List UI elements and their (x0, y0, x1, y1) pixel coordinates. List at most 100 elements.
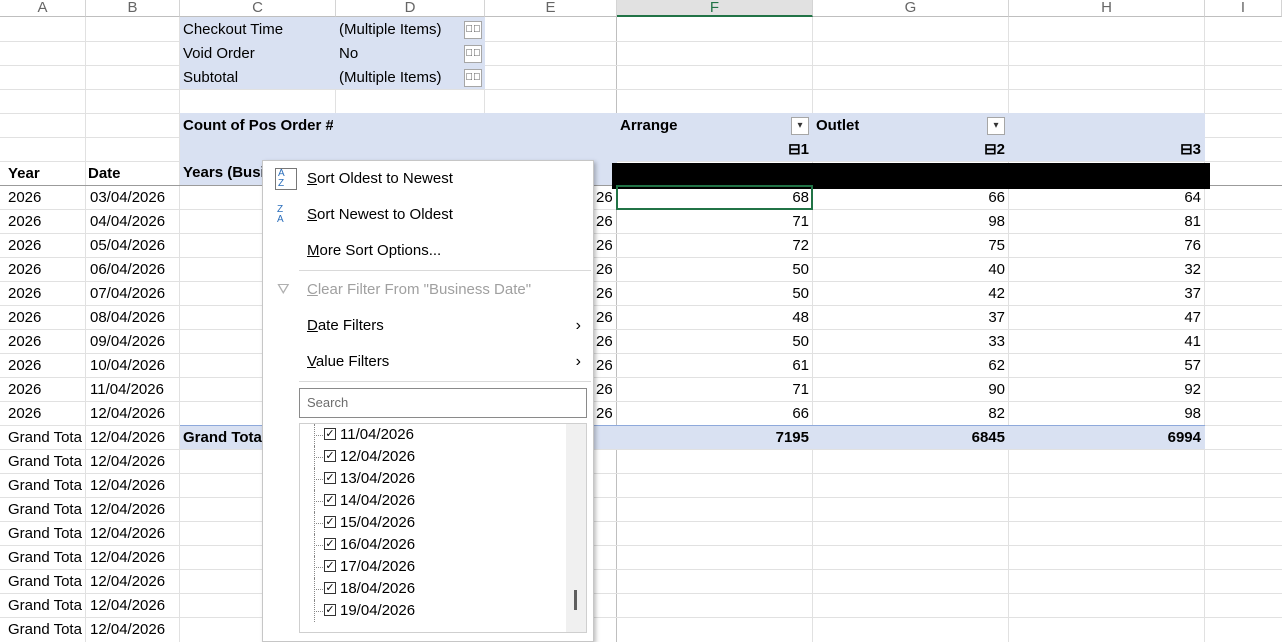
row-value-g: 42 (988, 285, 1005, 302)
checkbox-checked-icon[interactable]: ✓ (324, 494, 336, 506)
row-year: 2026 (8, 189, 42, 206)
row-year: 2026 (8, 285, 42, 302)
column-header-a[interactable]: A (0, 0, 86, 17)
worksheet-grid[interactable]: Checkout Time (Multiple Items) ▾⃥ Void O… (0, 17, 1282, 642)
row-value-h: 92 (1184, 381, 1201, 398)
row-date: 05/04/2026 (90, 237, 166, 254)
filter-list-item[interactable]: ✓ 13/04/2026 (300, 468, 564, 490)
row-e: 26 (596, 333, 613, 350)
row-e: 26 (596, 285, 613, 302)
extra-row-b: 12/04/2026 (90, 573, 166, 590)
clear-filter-icon: ⛛ (277, 281, 290, 298)
list-scrollbar[interactable] (566, 424, 586, 632)
checkbox-checked-icon[interactable]: ✓ (324, 560, 336, 572)
more-sort-options[interactable]: More Sort Options... (263, 234, 593, 268)
checkbox-checked-icon[interactable]: ✓ (324, 428, 336, 440)
extra-row-a: Grand Tota (8, 621, 82, 638)
sort-descending-icon: ZA (277, 204, 284, 225)
column-header-b[interactable]: B (86, 0, 180, 17)
year-header: Year (8, 165, 40, 182)
filter-value-checkout-time: (Multiple Items) (339, 21, 442, 38)
extra-row-b: 12/04/2026 (90, 477, 166, 494)
row-value-f: 50 (792, 333, 809, 350)
row-year: 2026 (8, 309, 42, 326)
date-header: Date (88, 165, 121, 182)
clear-filter[interactable]: ⛛ Clear Filter From "Business Date" (263, 273, 593, 307)
extra-row-a: Grand Tota (8, 501, 82, 518)
filter-dropdown-icon[interactable]: ▾⃥ (464, 69, 482, 87)
row-e: 26 (596, 261, 613, 278)
checkbox-checked-icon[interactable]: ✓ (324, 538, 336, 550)
value-filters[interactable]: Value Filters › (263, 345, 593, 379)
filter-list-item[interactable]: ✓ 14/04/2026 (300, 490, 564, 512)
grand-total-f: 7195 (775, 429, 809, 446)
collapse-icon[interactable]: ⊟ (788, 141, 801, 158)
row-value-g: 66 (988, 189, 1005, 206)
filter-dropdown-icon[interactable]: ▾⃥ (464, 21, 482, 39)
row-e: 26 (596, 213, 613, 230)
column-header-f[interactable]: F (617, 0, 813, 17)
filter-list-item[interactable]: ✓ 19/04/2026 (300, 600, 564, 622)
collapse-icon[interactable]: ⊟ (1180, 141, 1193, 158)
extra-row-b: 12/04/2026 (90, 501, 166, 518)
active-cell-border (616, 185, 813, 210)
column-header-g[interactable]: G (813, 0, 1009, 17)
checkbox-checked-icon[interactable]: ✓ (324, 604, 336, 616)
extra-row-b: 12/04/2026 (90, 597, 166, 614)
date-filters[interactable]: Date Filters › (263, 309, 593, 343)
row-value-h: 81 (1184, 213, 1201, 230)
column-header-i[interactable]: I (1205, 0, 1282, 17)
filter-value-subtotal: (Multiple Items) (339, 69, 442, 86)
sort-ascending-icon: AZ (275, 168, 297, 190)
filter-list-item[interactable]: ✓ 17/04/2026 (300, 556, 564, 578)
search-input[interactable]: Search (299, 388, 587, 418)
arrange-dropdown-icon[interactable]: ▾ (791, 117, 809, 135)
sort-newest-to-oldest[interactable]: ZA Sort Newest to Oldest (263, 198, 593, 232)
filter-list-item[interactable]: ✓ 11/04/2026 (300, 424, 564, 446)
row-value-h: 32 (1184, 261, 1201, 278)
extra-row-b: 12/04/2026 (90, 525, 166, 542)
row-value-g: 62 (988, 357, 1005, 374)
row-date: 10/04/2026 (90, 357, 166, 374)
grand-total-b: 12/04/2026 (90, 429, 166, 446)
filter-item-list[interactable]: ✓ 11/04/2026 ✓ 12/04/2026 ✓ 13/04/2026 ✓ 14/04/… (299, 423, 587, 633)
column-header-e[interactable]: E (485, 0, 617, 17)
row-value-h: 57 (1184, 357, 1201, 374)
outlet-value-3: ⊟3 (1180, 141, 1201, 158)
filter-label-void-order: Void Order (183, 45, 255, 62)
sort-oldest-to-newest[interactable]: AZ Sort Oldest to Newest (263, 162, 593, 196)
row-e: 26 (596, 309, 613, 326)
grand-total-label: Grand Tota (183, 429, 262, 446)
outlet-dropdown-icon[interactable]: ▾ (987, 117, 1005, 135)
column-header-d[interactable]: D (336, 0, 485, 17)
row-year: 2026 (8, 333, 42, 350)
pivot-header-area (180, 113, 1205, 161)
row-value-h: 64 (1184, 189, 1201, 206)
checkbox-checked-icon[interactable]: ✓ (324, 472, 336, 484)
row-value-f: 48 (792, 309, 809, 326)
row-value-g: 40 (988, 261, 1005, 278)
filter-list-item[interactable]: ✓ 18/04/2026 (300, 578, 564, 600)
pivot-arrange-label: Arrange (620, 117, 678, 134)
column-header-h[interactable]: H (1009, 0, 1205, 17)
column-header-c[interactable]: C (180, 0, 336, 17)
collapse-icon[interactable]: ⊟ (984, 141, 997, 158)
extra-row-a: Grand Tota (8, 525, 82, 542)
row-value-g: 82 (988, 405, 1005, 422)
row-value-g: 75 (988, 237, 1005, 254)
scrollbar-thumb[interactable] (574, 590, 577, 610)
grand-total-g: 6845 (971, 429, 1005, 446)
checkbox-checked-icon[interactable]: ✓ (324, 582, 336, 594)
checkbox-checked-icon[interactable]: ✓ (324, 516, 336, 528)
row-value-g: 37 (988, 309, 1005, 326)
filter-list-item[interactable]: ✓ 16/04/2026 (300, 534, 564, 556)
extra-row-a: Grand Tota (8, 453, 82, 470)
extra-row-b: 12/04/2026 (90, 453, 166, 470)
filter-list-item[interactable]: ✓ 15/04/2026 (300, 512, 564, 534)
extra-row-a: Grand Tota (8, 549, 82, 566)
row-date: 03/04/2026 (90, 189, 166, 206)
row-e: 26 (596, 357, 613, 374)
filter-list-item[interactable]: ✓ 12/04/2026 (300, 446, 564, 468)
checkbox-checked-icon[interactable]: ✓ (324, 450, 336, 462)
filter-dropdown-icon[interactable]: ▾⃥ (464, 45, 482, 63)
